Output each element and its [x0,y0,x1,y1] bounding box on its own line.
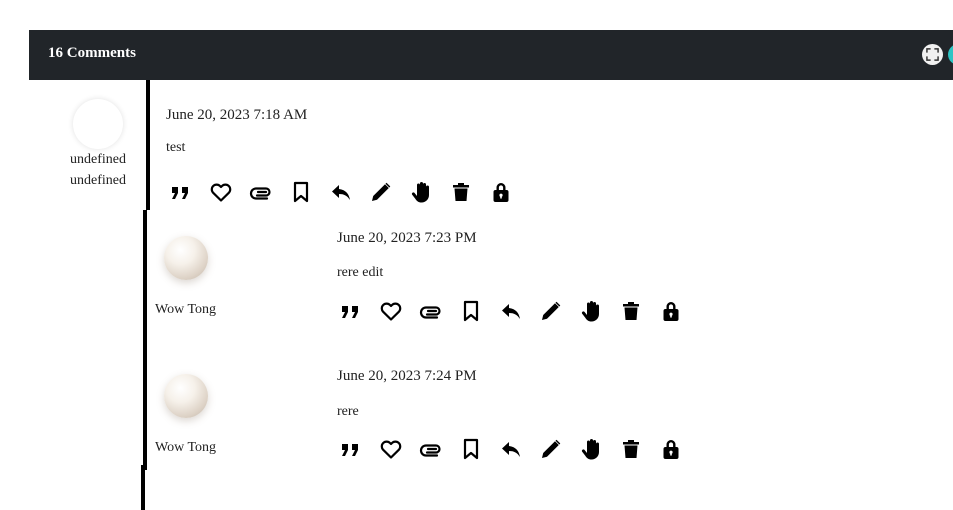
thread-line-mid [143,210,147,470]
reply-button[interactable] [328,179,354,205]
hand-icon [411,182,429,203]
trash-icon [623,302,639,320]
trash-icon [623,440,639,458]
comment-actions [338,298,684,324]
comments-header: 16 Comments [29,30,953,80]
author-name: Wow Tong [155,440,217,455]
bookmark-icon [463,438,479,460]
delete-button[interactable] [618,298,644,324]
heart-icon [380,302,402,321]
comment-text: rere [337,404,359,419]
lock-button[interactable] [488,179,514,205]
bookmark-icon [293,181,309,203]
comments-count-title: 16 Comments [48,45,136,61]
hand-icon [581,301,599,322]
bookmark-button[interactable] [288,179,314,205]
author-name-line2: undefined [70,173,126,188]
thread-line-top [146,80,150,210]
avatar [164,236,208,280]
lock-icon [493,183,509,202]
pencil-icon [542,301,561,320]
heart-icon [380,440,402,459]
flag-button[interactable] [408,179,434,205]
comment-text: test [166,140,186,155]
bookmark-button[interactable] [458,298,484,324]
comment-date: June 20, 2023 7:18 AM [166,107,308,123]
comment-date: June 20, 2023 7:23 PM [337,230,477,246]
reply-icon [502,442,520,457]
status-dot[interactable] [948,44,953,65]
reply-button[interactable] [498,436,524,462]
heart-icon [210,183,232,202]
fullscreen-button[interactable] [922,44,943,65]
author-name: Wow Tong [155,302,217,317]
quote-button[interactable] [168,179,194,205]
paperclip-icon [419,306,441,319]
flag-button[interactable] [578,298,604,324]
quote-button[interactable] [338,436,364,462]
quote-icon [342,444,358,456]
pencil-icon [372,182,391,201]
like-button[interactable] [378,298,404,324]
attach-button[interactable] [248,179,274,205]
thread-line-bottom [141,465,145,510]
attach-button[interactable] [418,298,444,324]
quote-button[interactable] [338,298,364,324]
comment-date: June 20, 2023 7:24 PM [337,368,477,384]
bookmark-icon [463,300,479,322]
flag-button[interactable] [578,436,604,462]
fullscreen-icon [926,48,939,61]
avatar [164,374,208,418]
bookmark-button[interactable] [458,436,484,462]
paperclip-icon [419,444,441,457]
delete-button[interactable] [448,179,474,205]
edit-button[interactable] [538,436,564,462]
trash-icon [453,183,469,201]
lock-button[interactable] [658,298,684,324]
lock-button[interactable] [658,436,684,462]
comment-actions [338,436,684,462]
pencil-icon [542,439,561,458]
like-button[interactable] [208,179,234,205]
quote-icon [172,187,188,199]
reply-button[interactable] [498,298,524,324]
like-button[interactable] [378,436,404,462]
delete-button[interactable] [618,436,644,462]
reply-icon [502,304,520,319]
paperclip-icon [249,187,271,200]
avatar [73,99,123,149]
author-name: undefined undefined [55,149,141,191]
lock-icon [663,302,679,321]
edit-button[interactable] [368,179,394,205]
quote-icon [342,306,358,318]
hand-icon [581,439,599,460]
author-name-line1: undefined [70,152,126,167]
comment-actions [168,179,514,205]
comment-text: rere edit [337,265,384,280]
edit-button[interactable] [538,298,564,324]
attach-button[interactable] [418,436,444,462]
reply-icon [332,185,350,200]
lock-icon [663,440,679,459]
